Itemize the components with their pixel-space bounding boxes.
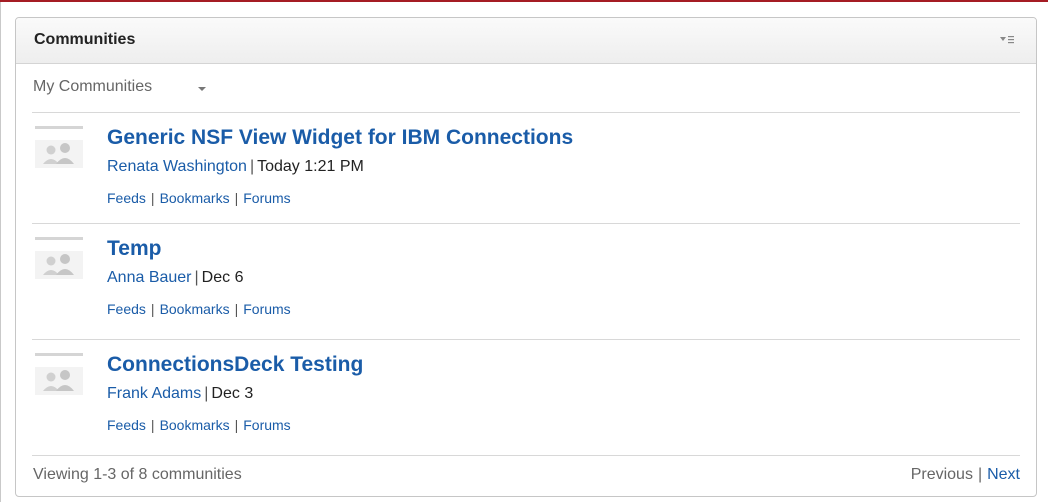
separator: | [204,385,209,402]
community-avatar-icon[interactable] [35,237,83,285]
next-link[interactable]: Next [987,466,1020,483]
community-title-link[interactable]: Temp [107,237,161,261]
feeds-link[interactable]: Feeds [107,301,146,317]
page-left-edge [0,2,1,502]
community-avatar-icon[interactable] [35,126,83,174]
separator: | [234,417,239,433]
updated-date: Dec 3 [211,385,254,402]
chevron-down-icon[interactable] [198,87,206,91]
widget-menu-icon[interactable] [1000,35,1014,45]
forums-link[interactable]: Forums [243,417,290,433]
forums-link[interactable]: Forums [243,190,290,206]
separator: | [150,301,155,317]
widget-title: Communities [34,31,136,48]
separator: | [249,158,255,175]
viewing-status: Viewing 1-3 of 8 communities [33,466,242,483]
updated-date: Today 1:21 PM [257,158,364,175]
widget-footer: Viewing 1-3 of 8 communities Previous | Ne… [32,455,1020,496]
owner-link[interactable]: Renata Washington [107,158,247,175]
bookmarks-link[interactable]: Bookmarks [160,190,230,206]
separator: | [150,190,155,206]
page-top-strip [0,0,1048,2]
community-links: Feeds | Bookmarks | Forums [107,190,291,206]
separator: | [977,466,983,483]
forums-link[interactable]: Forums [243,301,290,317]
previous-link[interactable]: Previous [911,466,973,483]
community-meta: Frank Adams | Dec 3 [107,385,253,403]
communities-widget: Communities My Communities Generic NSF V… [15,17,1037,497]
owner-link[interactable]: Anna Bauer [107,269,192,286]
list-item: ConnectionsDeck Testing Frank Adams | Dec … [32,339,1020,455]
community-avatar-icon[interactable] [35,353,83,401]
community-title-link[interactable]: Generic NSF View Widget for IBM Connecti… [107,126,573,150]
separator: | [194,269,199,286]
community-title-link[interactable]: ConnectionsDeck Testing [107,353,363,377]
community-links: Feeds | Bookmarks | Forums [107,417,291,433]
list-item: Temp Anna Bauer | Dec 6 Feeds | Bookmarks | Fo… [32,223,1020,339]
community-meta: Renata Washington | Today 1:21 PM [107,158,364,176]
bookmarks-link[interactable]: Bookmarks [160,417,230,433]
separator: | [150,417,155,433]
community-links: Feeds | Bookmarks | Forums [107,301,291,317]
updated-date: Dec 6 [201,269,244,286]
community-list: Generic NSF View Widget for IBM Connecti… [16,112,1036,455]
owner-link[interactable]: Frank Adams [107,385,201,402]
bookmarks-link[interactable]: Bookmarks [160,301,230,317]
separator: | [234,190,239,206]
my-communities-filter[interactable]: My Communities [33,78,152,96]
feeds-link[interactable]: Feeds [107,417,146,433]
community-meta: Anna Bauer | Dec 6 [107,269,243,287]
filter-row: My Communities [16,64,1036,112]
feeds-link[interactable]: Feeds [107,190,146,206]
separator: | [234,301,239,317]
widget-header: Communities [16,18,1036,64]
pager: Previous | Next [911,466,1020,484]
list-item: Generic NSF View Widget for IBM Connecti… [32,112,1020,223]
